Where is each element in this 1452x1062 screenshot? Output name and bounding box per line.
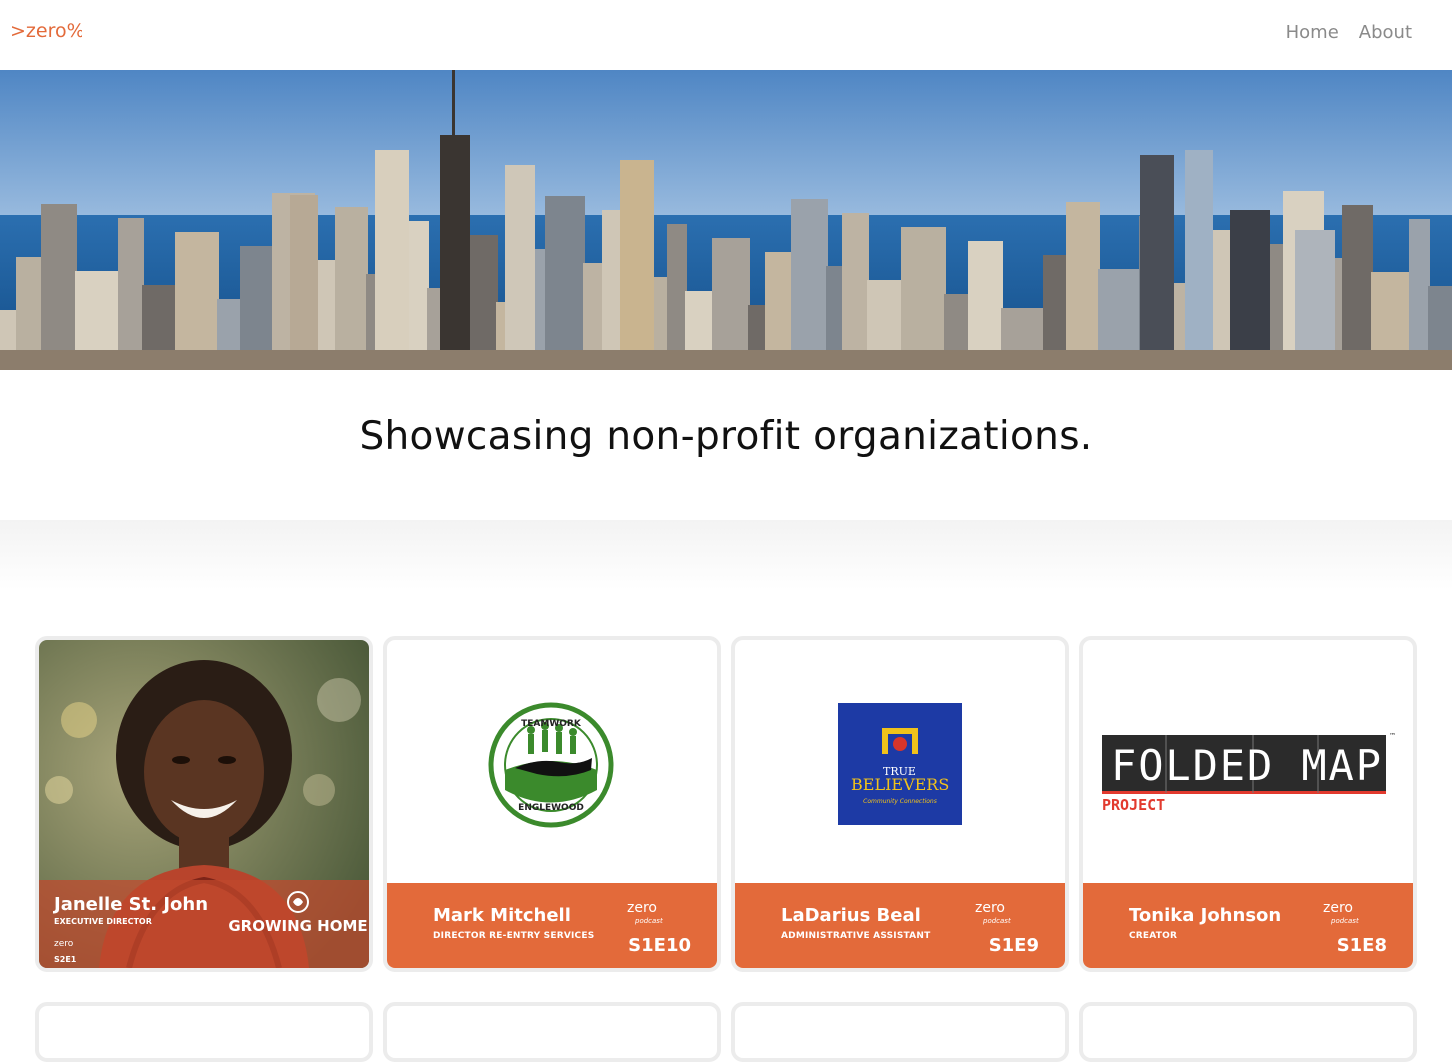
episode-card[interactable]: Janelle St. John EXECUTIVE DIRECTOR zero… bbox=[35, 636, 373, 972]
guest-name: Tonika Johnson bbox=[1129, 905, 1282, 926]
org-name: GROWING HOME bbox=[228, 917, 367, 935]
guest-name: Janelle St. John bbox=[52, 894, 208, 915]
top-nav: >zero% Home About bbox=[0, 0, 1452, 70]
episode-card[interactable] bbox=[731, 1002, 1069, 1062]
org-name-main: FOLDED MAP bbox=[1111, 741, 1381, 790]
logo-brand: zero bbox=[975, 900, 1005, 916]
logo-sub: podcast bbox=[982, 917, 1011, 925]
episode-banner: LaDarius Beal ADMINISTRATIVE ASSISTANT z… bbox=[735, 883, 1065, 968]
section-divider bbox=[0, 520, 1452, 590]
episode-banner: Tonika Johnson CREATOR zero podcast S1E8 bbox=[1083, 883, 1413, 968]
logo-text: >zero% bbox=[10, 20, 82, 42]
logo-brand: zero bbox=[627, 900, 657, 916]
episode-code: S1E9 bbox=[988, 935, 1039, 956]
tagline-section: Showcasing non-profit organizations. bbox=[0, 370, 1452, 520]
org-name-top: TEAMWORK bbox=[521, 719, 582, 729]
logo-brand: zero bbox=[1323, 900, 1353, 916]
org-name-main: BELIEVERS bbox=[851, 775, 949, 794]
episode-card-image: Janelle St. John EXECUTIVE DIRECTOR zero… bbox=[39, 640, 369, 968]
episode-card[interactable] bbox=[1079, 1002, 1417, 1062]
org-name-bottom: ENGLEWOOD bbox=[518, 803, 584, 813]
folded-map-project-logo: FOLDED MAP ™ PROJECT bbox=[1102, 732, 1396, 814]
true-believers-logo: TRUE BELIEVERS Community Connections bbox=[838, 703, 962, 825]
logo-sub: podcast bbox=[634, 917, 663, 925]
guest-name: Mark Mitchell bbox=[433, 905, 571, 926]
zero-podcast-logo: zero podcast bbox=[975, 900, 1011, 925]
guest-role: DIRECTOR RE-ENTRY SERVICES bbox=[433, 931, 595, 941]
episode-card[interactable] bbox=[383, 1002, 721, 1062]
nav-links: Home About bbox=[1286, 22, 1412, 43]
episode-card[interactable]: FOLDED MAP ™ PROJECT Tonika Johnson CREA… bbox=[1079, 636, 1417, 972]
page-tagline: Showcasing non-profit organizations. bbox=[359, 414, 1093, 459]
guest-role: EXECUTIVE DIRECTOR bbox=[54, 917, 152, 926]
trademark-symbol: ™ bbox=[1389, 732, 1396, 740]
episode-card[interactable]: TEAMWORK ENGLEWOOD Mark Mitchell DIRECTO… bbox=[383, 636, 721, 972]
episode-code: S2E1 bbox=[54, 955, 77, 964]
zero-podcast-logo: zero podcast bbox=[627, 900, 663, 925]
episode-banner: Mark Mitchell DIRECTOR RE-ENTRY SERVICES… bbox=[387, 883, 717, 968]
episode-code: S1E8 bbox=[1336, 935, 1387, 956]
episode-code: S1E10 bbox=[628, 935, 691, 956]
nav-link-home[interactable]: Home bbox=[1286, 22, 1339, 43]
guest-name: LaDarius Beal bbox=[781, 905, 921, 926]
episode-card[interactable] bbox=[35, 1002, 373, 1062]
episode-card[interactable]: TRUE BELIEVERS Community Connections LaD… bbox=[731, 636, 1069, 972]
org-name-sub: PROJECT bbox=[1102, 796, 1165, 814]
org-name-sub: Community Connections bbox=[863, 798, 937, 805]
guest-role: ADMINISTRATIVE ASSISTANT bbox=[781, 931, 931, 941]
nav-link-about[interactable]: About bbox=[1359, 22, 1412, 43]
logo-sub: podcast bbox=[1330, 917, 1359, 925]
episode-card-content: TEAMWORK ENGLEWOOD Mark Mitchell DIRECTO… bbox=[387, 640, 717, 968]
podcast-logo-small: zero bbox=[54, 939, 74, 949]
episode-card-content: TRUE BELIEVERS Community Connections LaD… bbox=[735, 640, 1065, 968]
hero-skyline-image bbox=[0, 70, 1452, 370]
guest-role: CREATOR bbox=[1129, 931, 1178, 941]
episode-card-content: FOLDED MAP ™ PROJECT Tonika Johnson CREA… bbox=[1083, 640, 1413, 968]
teamwork-englewood-logo: TEAMWORK ENGLEWOOD bbox=[488, 702, 614, 828]
site-logo[interactable]: >zero% bbox=[10, 20, 85, 54]
zero-podcast-logo: zero podcast bbox=[1323, 900, 1359, 925]
